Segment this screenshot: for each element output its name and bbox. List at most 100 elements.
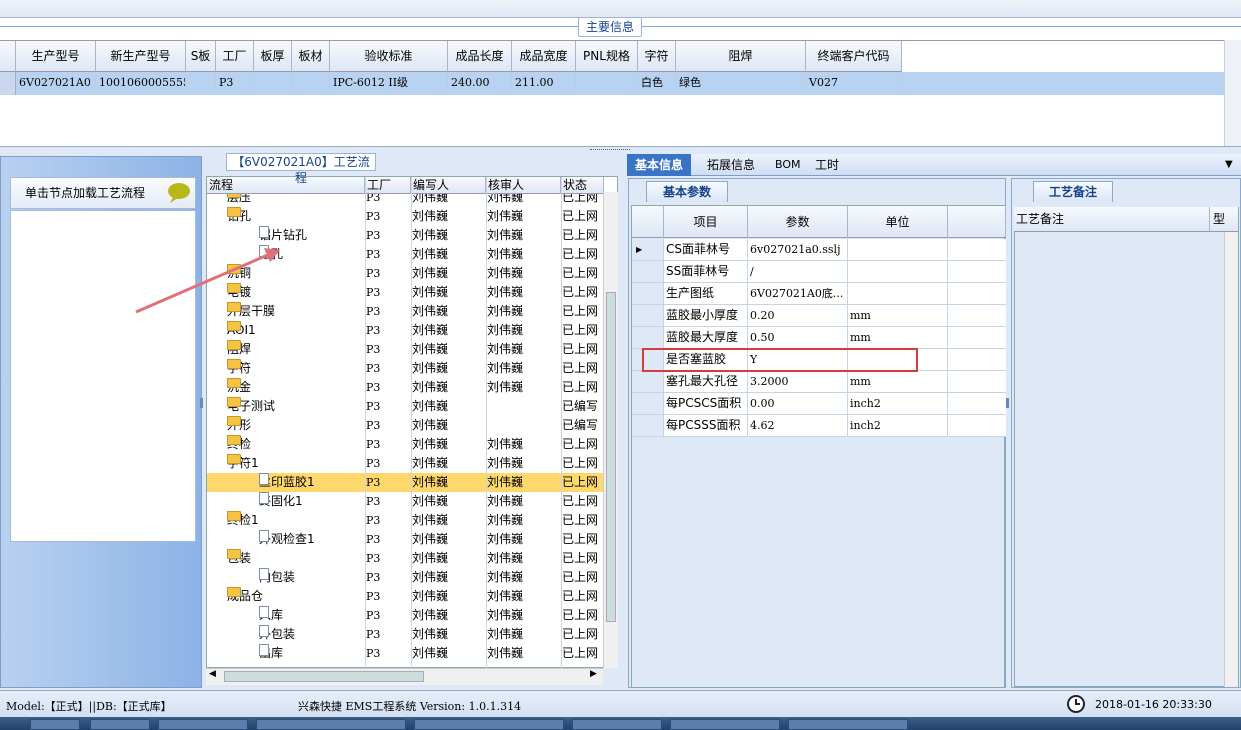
param-unit[interactable] <box>848 239 948 260</box>
tree-node[interactable]: +电子测试 <box>207 397 361 416</box>
basic-params-tab[interactable]: 基本参数 <box>646 181 728 202</box>
col-header-item[interactable]: 项目 <box>664 206 748 238</box>
taskbar-item[interactable] <box>158 719 248 730</box>
taskbar-item[interactable] <box>788 719 908 730</box>
tree-vertical-scrollbar[interactable] <box>603 192 618 668</box>
param-unit[interactable]: mm <box>848 371 948 392</box>
row-selector[interactable] <box>632 393 664 414</box>
tree-col-header[interactable]: 流程 <box>207 177 365 194</box>
col-header-unit[interactable]: 单位 <box>848 206 948 238</box>
row-cell[interactable] <box>254 72 292 94</box>
row-cell[interactable]: 绿色 <box>676 72 806 94</box>
tree-node[interactable]: −终检1 <box>207 511 361 530</box>
tree-scroll-thumb[interactable] <box>606 292 616 622</box>
tree-node[interactable]: 内包装 <box>207 568 361 587</box>
param-unit[interactable] <box>848 261 948 282</box>
tree-hscroll-thumb[interactable] <box>224 671 424 682</box>
tree-row[interactable]: 外包装 P3 刘伟巍 刘伟巍 已上网 <box>207 625 604 644</box>
col-header[interactable]: 生产型号 <box>16 41 96 72</box>
col-header[interactable]: 板厚 <box>254 41 292 72</box>
col-header[interactable]: 成品宽度 <box>512 41 576 72</box>
row-cell[interactable] <box>292 72 330 94</box>
tree-node[interactable]: −字符1 <box>207 454 361 473</box>
tree-col-header[interactable]: 工厂 <box>365 177 411 194</box>
tree-row[interactable]: +AOI1 P3 刘伟巍 刘伟巍 已上网 <box>207 321 604 340</box>
tree-node[interactable]: +层压 <box>207 194 361 207</box>
param-unit[interactable]: inch2 <box>848 415 948 436</box>
taskbar-item[interactable] <box>30 719 80 730</box>
col-header[interactable]: 阻焊 <box>676 41 806 72</box>
taskbar-item[interactable] <box>90 719 150 730</box>
col-header[interactable]: 新生产型号 <box>96 41 186 72</box>
tree-node[interactable]: 丝印蓝胶1 <box>207 473 361 492</box>
param-unit[interactable]: mm <box>848 305 948 326</box>
tab-labor-hours[interactable]: 工时 <box>807 154 847 176</box>
row-selector[interactable] <box>632 305 664 326</box>
row-cell[interactable]: 10010600055558 <box>96 72 186 94</box>
tree-row[interactable]: −钻孔 P3 刘伟巍 刘伟巍 已上网 <box>207 207 604 226</box>
tree-node[interactable]: −钻孔 <box>207 207 361 226</box>
tree-node[interactable]: +字符 <box>207 359 361 378</box>
tree-col-header[interactable]: 状态 <box>561 177 604 194</box>
tree-row[interactable]: −成品仓 P3 刘伟巍 刘伟巍 已上网 <box>207 587 604 606</box>
col-header[interactable]: PNL规格 <box>576 41 638 72</box>
row-cell[interactable]: P3 <box>216 72 254 94</box>
scroll-right-icon[interactable]: ▶ <box>590 669 597 679</box>
param-row[interactable]: ▶ CS面菲林号 6v027021a0.sslj <box>632 239 1006 261</box>
notes-col-header[interactable]: 工艺备注 <box>1014 207 1210 232</box>
param-value[interactable]: 0.00 <box>748 393 848 414</box>
tab-basic-info[interactable]: 基本信息 <box>627 154 692 176</box>
param-value[interactable]: 3.2000 <box>748 371 848 392</box>
param-value[interactable]: / <box>748 261 848 282</box>
tree-row[interactable]: −终检1 P3 刘伟巍 刘伟巍 已上网 <box>207 511 604 530</box>
tree-node[interactable]: +终检 <box>207 435 361 454</box>
col-header[interactable]: 板材 <box>292 41 330 72</box>
col-header[interactable]: 终端客户代码 <box>806 41 902 72</box>
row-selector[interactable] <box>632 327 664 348</box>
tab-extended-info[interactable]: 拓展信息 <box>699 154 763 176</box>
tree-row[interactable]: +外形 P3 刘伟巍 已编写 <box>207 416 604 435</box>
tree-node[interactable]: +沉金 <box>207 378 361 397</box>
tree-row[interactable]: 内包装 P3 刘伟巍 刘伟巍 已上网 <box>207 568 604 587</box>
tree-horizontal-scrollbar[interactable]: ◀ ▶ <box>206 668 603 685</box>
row-selector[interactable] <box>632 371 664 392</box>
tree-row[interactable]: 外观检查1 P3 刘伟巍 刘伟巍 已上网 <box>207 530 604 549</box>
param-row[interactable]: 每PCSSS面积 4.62 inch2 <box>632 415 1006 437</box>
process-notes-tab[interactable]: 工艺备注 <box>1033 181 1113 202</box>
main-info-scrollbar[interactable] <box>1224 40 1241 146</box>
tree-row[interactable]: +沉金 P3 刘伟巍 刘伟巍 已上网 <box>207 378 604 397</box>
col-header[interactable]: 成品长度 <box>448 41 512 72</box>
tab-menu-chevron-down-icon[interactable]: ▼ <box>1225 154 1233 176</box>
row-selector[interactable] <box>632 261 664 282</box>
tree-row[interactable]: 入库 P3 刘伟巍 刘伟巍 已上网 <box>207 606 604 625</box>
scroll-left-icon[interactable]: ◀ <box>209 669 216 679</box>
tree-col-header[interactable]: 核审人 <box>486 177 561 194</box>
row-cell[interactable] <box>186 72 216 94</box>
tree-row[interactable]: +层压 P3 刘伟巍 刘伟巍 已上网 <box>207 194 604 207</box>
param-row[interactable]: 每PCSCS面积 0.00 inch2 <box>632 393 1006 415</box>
param-row[interactable]: 生产图纸 6V027021A0底... <box>632 283 1006 305</box>
param-value[interactable]: 0.50 <box>748 327 848 348</box>
col-header[interactable]: 字符 <box>638 41 676 72</box>
row-cell[interactable]: 211.00 <box>512 72 576 94</box>
notes-vertical-scrollbar[interactable] <box>1224 232 1238 687</box>
param-unit[interactable] <box>848 283 948 304</box>
col-header-value[interactable]: 参数 <box>748 206 848 238</box>
tree-node[interactable]: 入库 <box>207 606 361 625</box>
col-header[interactable]: 验收标准 <box>330 41 448 72</box>
param-row[interactable]: 蓝胶最大厚度 0.50 mm <box>632 327 1006 349</box>
row-selector[interactable] <box>0 72 16 95</box>
row-cell[interactable]: 白色 <box>638 72 676 94</box>
row-selector[interactable]: ▶ <box>632 239 664 260</box>
tree-node[interactable]: +阻焊 <box>207 340 361 359</box>
param-value[interactable]: 6V027021A0底... <box>748 283 848 304</box>
tree-row[interactable]: −包装 P3 刘伟巍 刘伟巍 已上网 <box>207 549 604 568</box>
tree-row[interactable]: +终检 P3 刘伟巍 刘伟巍 已上网 <box>207 435 604 454</box>
tree-row[interactable]: +电子测试 P3 刘伟巍 已编写 <box>207 397 604 416</box>
param-unit[interactable]: inch2 <box>848 393 948 414</box>
row-cell[interactable]: V027 <box>806 72 902 94</box>
param-value[interactable]: 6v027021a0.sslj <box>748 239 848 260</box>
splitter-grip-icon[interactable] <box>1006 398 1009 408</box>
tree-node[interactable]: 外观检查1 <box>207 530 361 549</box>
tree-node[interactable]: 外包装 <box>207 625 361 644</box>
